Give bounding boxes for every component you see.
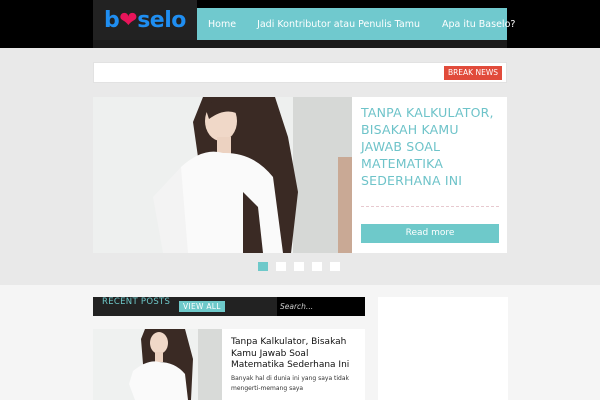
post-title[interactable]: Tanpa Kalkulator, Bisakah Kamu Jawab Soa… [231, 337, 359, 372]
main-nav: Home Jadi Kontributor atau Penulis Tamu … [197, 8, 515, 40]
nav-item-about[interactable]: Apa itu Baselo? [442, 19, 515, 30]
logo-text-start: b [104, 8, 120, 33]
slider-dot-3[interactable] [294, 262, 304, 271]
post-excerpt: Banyak hal di dunia ini yang saya tidak … [231, 375, 350, 392]
site-header: b❤selo Home Jadi Kontributor atau Penuli… [0, 0, 600, 48]
woman-photo-thumbnail-icon [93, 329, 222, 400]
slider-dot-5[interactable] [330, 262, 340, 271]
heart-icon: ❤ [119, 8, 138, 33]
slider-dot-2[interactable] [276, 262, 286, 271]
nav-item-kontributor[interactable]: Jadi Kontributor atau Penulis Tamu [257, 19, 420, 30]
slider-pagination [258, 262, 340, 271]
list-item: Tanpa Kalkulator, Bisakah Kamu Jawab Soa… [93, 329, 365, 400]
break-news-badge: BREAK NEWS [443, 66, 502, 80]
view-all-button[interactable]: VIEW ALL [179, 301, 225, 312]
slide-content: Tanpa Kalkulator, Bisakah Kamu Jawab Soa… [361, 97, 501, 253]
woman-photo-icon [93, 97, 352, 253]
slide-title[interactable]: Tanpa Kalkulator, Bisakah Kamu Jawab Soa… [361, 104, 501, 189]
read-more-button[interactable]: Read more [361, 224, 499, 243]
slider-dot-1[interactable] [258, 262, 268, 271]
search-input[interactable] [277, 297, 365, 316]
site-logo[interactable]: b❤selo [104, 8, 186, 33]
featured-slider: Tanpa Kalkulator, Bisakah Kamu Jawab Soa… [93, 97, 507, 253]
recent-posts-heading: RECENT POSTS [102, 297, 171, 307]
slide-divider [361, 206, 499, 207]
post-thumbnail[interactable] [93, 329, 222, 400]
header-strip [93, 40, 507, 48]
slider-dot-4[interactable] [312, 262, 322, 271]
recent-posts-bar: RECENT POSTS VIEW ALL [93, 297, 365, 316]
breaking-news-bar: BREAK NEWS [93, 62, 507, 83]
sidebar-widget [378, 297, 508, 400]
nav-item-home[interactable]: Home [208, 19, 236, 30]
featured-image[interactable] [93, 97, 352, 253]
logo-text-end: selo [137, 8, 186, 33]
